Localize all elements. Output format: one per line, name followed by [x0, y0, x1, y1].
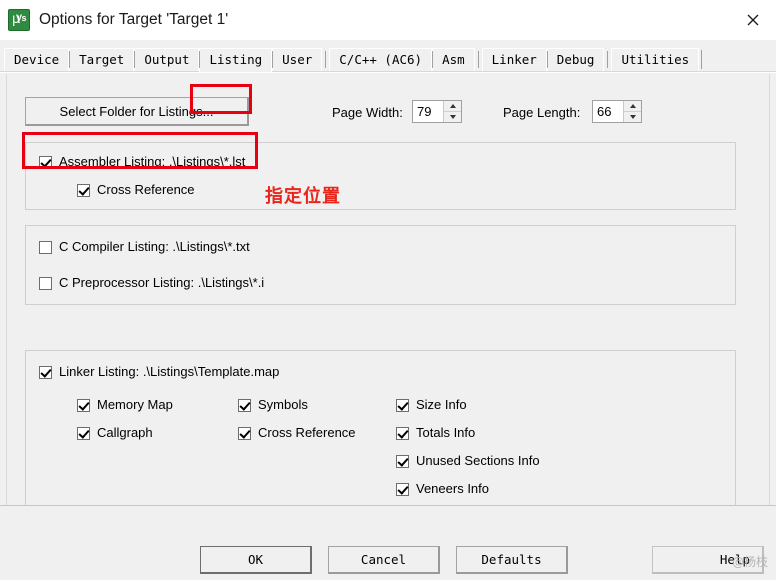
unused-sections-info-checkbox[interactable] — [396, 454, 409, 468]
select-folder-for-listings-button[interactable]: Select Folder for Listings... — [25, 97, 249, 126]
totals-info-checkbox[interactable] — [396, 426, 409, 440]
assembler-cross-reference-checkbox[interactable] — [77, 183, 90, 197]
page-length-decrement-icon[interactable] — [624, 112, 641, 122]
assembler-listing-label: Assembler Listing: .\Listings\*.lst — [59, 154, 246, 169]
memory-map-checkbox[interactable] — [77, 398, 90, 412]
linker-listing-row[interactable]: Linker Listing: .\Listings\Template.map — [39, 365, 279, 379]
assembler-listing-checkbox[interactable] — [39, 155, 52, 169]
linker-listing-label: Linker Listing: .\Listings\Template.map — [59, 364, 280, 379]
page-width-arrows — [443, 101, 461, 122]
cancel-button[interactable]: Cancel — [328, 546, 440, 574]
page-length-label: Page Length: — [503, 105, 581, 120]
page-width-value[interactable]: 79 — [413, 101, 443, 122]
unused-sections-info-label: Unused Sections Info — [416, 453, 540, 468]
totals-info-row[interactable]: Totals Info — [396, 426, 475, 440]
size-info-checkbox[interactable] — [396, 398, 409, 412]
tab-output[interactable]: Output — [134, 48, 200, 72]
page-width-decrement-icon[interactable] — [444, 112, 461, 122]
title-bar: Options for Target 'Target 1' — [0, 0, 776, 40]
tab-strip-divider — [701, 50, 703, 69]
defaults-button[interactable]: Defaults — [456, 546, 568, 574]
veneers-info-checkbox[interactable] — [396, 482, 409, 496]
page-width-increment-icon[interactable] — [444, 101, 461, 112]
memory-map-label: Memory Map — [97, 397, 173, 412]
watermark: @杨枝 — [731, 555, 768, 569]
linker-cross-reference-checkbox[interactable] — [238, 426, 251, 440]
page-length-value[interactable]: 66 — [593, 101, 623, 122]
tab-listing[interactable]: Listing — [199, 48, 273, 72]
page-width-label: Page Width: — [332, 105, 403, 120]
unused-sections-info-row[interactable]: Unused Sections Info — [396, 454, 540, 468]
c-preprocessor-listing-label: C Preprocessor Listing: .\Listings\*.i — [59, 275, 265, 290]
callgraph-label: Callgraph — [97, 425, 153, 440]
tab-strip-underline-light — [0, 72, 776, 73]
symbols-label: Symbols — [258, 397, 308, 412]
annotation-text: 指定位置 — [265, 186, 341, 207]
page-length-increment-icon[interactable] — [624, 101, 641, 112]
c-compiler-listing-label: C Compiler Listing: .\Listings\*.txt — [59, 239, 250, 254]
close-icon — [747, 14, 759, 26]
keil-uvision-icon — [8, 9, 30, 31]
tab-asm[interactable]: Asm — [432, 48, 475, 72]
memory-map-row[interactable]: Memory Map — [77, 398, 173, 412]
c-preprocessor-listing-row[interactable]: C Preprocessor Listing: .\Listings\*.i — [39, 276, 264, 290]
dialog-button-bar: OK Cancel Defaults Help — [0, 505, 776, 580]
tab-c-cpp-ac6[interactable]: C/C++ (AC6) — [325, 48, 433, 72]
tab-target[interactable]: Target — [69, 48, 135, 72]
symbols-row[interactable]: Symbols — [238, 398, 308, 412]
size-info-label: Size Info — [416, 397, 467, 412]
window-title: Options for Target 'Target 1' — [39, 11, 229, 28]
tab-debug[interactable]: Debug — [546, 48, 605, 72]
page-length-arrows — [623, 101, 641, 122]
assembler-cross-reference-row[interactable]: Cross Reference — [77, 183, 195, 197]
close-button[interactable] — [730, 0, 776, 40]
assembler-listing-group: Assembler Listing: .\Listings\*.lst Cros… — [25, 142, 736, 210]
page-length-stepper[interactable]: 66 — [592, 100, 642, 123]
linker-cross-reference-label: Cross Reference — [258, 425, 356, 440]
ok-button[interactable]: OK — [200, 546, 312, 574]
tab-strip: Device Target Output Listing User C/C++ … — [0, 46, 776, 72]
symbols-checkbox[interactable] — [238, 398, 251, 412]
totals-info-label: Totals Info — [416, 425, 476, 440]
tab-user[interactable]: User — [272, 48, 323, 72]
size-info-row[interactable]: Size Info — [396, 398, 467, 412]
page-width-stepper[interactable]: 79 — [412, 100, 462, 123]
callgraph-checkbox[interactable] — [77, 426, 90, 440]
tab-linker[interactable]: Linker — [477, 48, 547, 72]
linker-listing-group: Linker Listing: .\Listings\Template.map … — [25, 350, 736, 512]
c-compiler-listing-row[interactable]: C Compiler Listing: .\Listings\*.txt — [39, 240, 250, 254]
callgraph-row[interactable]: Callgraph — [77, 426, 153, 440]
tab-utilities[interactable]: Utilities — [607, 48, 700, 72]
linker-cross-reference-row[interactable]: Cross Reference — [238, 426, 356, 440]
options-dialog: Device Target Output Listing User C/C++ … — [0, 40, 776, 579]
tab-device[interactable]: Device — [4, 48, 70, 72]
compiler-listing-group: C Compiler Listing: .\Listings\*.txt C P… — [25, 225, 736, 305]
assembler-listing-row[interactable]: Assembler Listing: .\Listings\*.lst — [39, 155, 245, 169]
c-compiler-listing-checkbox[interactable] — [39, 240, 52, 254]
linker-listing-checkbox[interactable] — [39, 365, 52, 379]
c-preprocessor-listing-checkbox[interactable] — [39, 276, 52, 290]
veneers-info-row[interactable]: Veneers Info — [396, 482, 489, 496]
assembler-cross-reference-label: Cross Reference — [97, 182, 195, 197]
veneers-info-label: Veneers Info — [416, 481, 489, 496]
